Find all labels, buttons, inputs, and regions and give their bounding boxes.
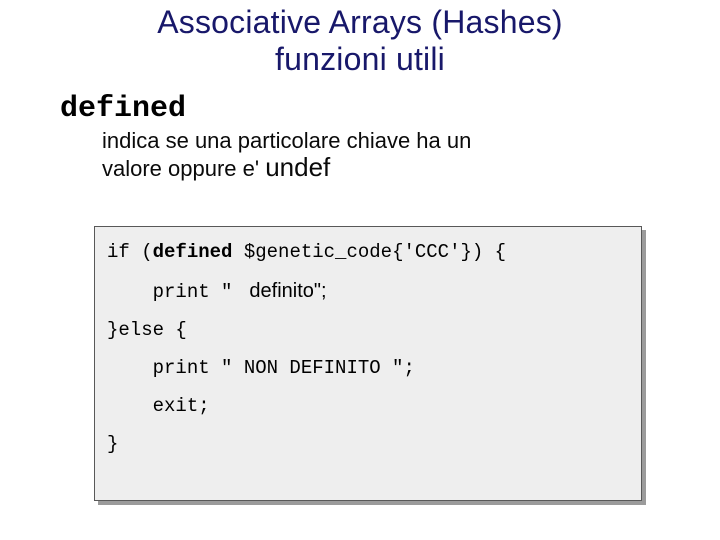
keyword-defined: defined	[60, 92, 720, 126]
desc-line-1: indica se una particolare chiave ha un	[102, 128, 471, 153]
title-line-1: Associative Arrays (Hashes)	[157, 4, 563, 40]
code-l2a: print "	[107, 281, 244, 303]
code-l1b: defined	[153, 241, 233, 263]
code-l1c: $genetic_code{'CCC'}) {	[232, 241, 506, 263]
code-l5: exit;	[107, 395, 210, 417]
slide: Associative Arrays (Hashes) funzioni uti…	[0, 0, 720, 540]
code-l4: print " NON DEFINITO ";	[107, 357, 415, 379]
code-l2c: ";	[314, 280, 327, 302]
title-line-2: funzioni utili	[275, 41, 445, 77]
undef-word: undef	[265, 152, 330, 182]
slide-title: Associative Arrays (Hashes) funzioni uti…	[0, 0, 720, 78]
code-box: if (defined $genetic_code{'CCC'}) { prin…	[94, 226, 648, 506]
code-l6: }	[107, 433, 118, 455]
desc-line-2a: valore oppure e'	[102, 156, 265, 181]
code-l2b: definito	[244, 280, 314, 302]
description: indica se una particolare chiave ha un v…	[102, 128, 622, 183]
code-l3: }else {	[107, 319, 187, 341]
code-l1a: if (	[107, 241, 153, 263]
code-content: if (defined $genetic_code{'CCC'}) { prin…	[94, 226, 642, 501]
